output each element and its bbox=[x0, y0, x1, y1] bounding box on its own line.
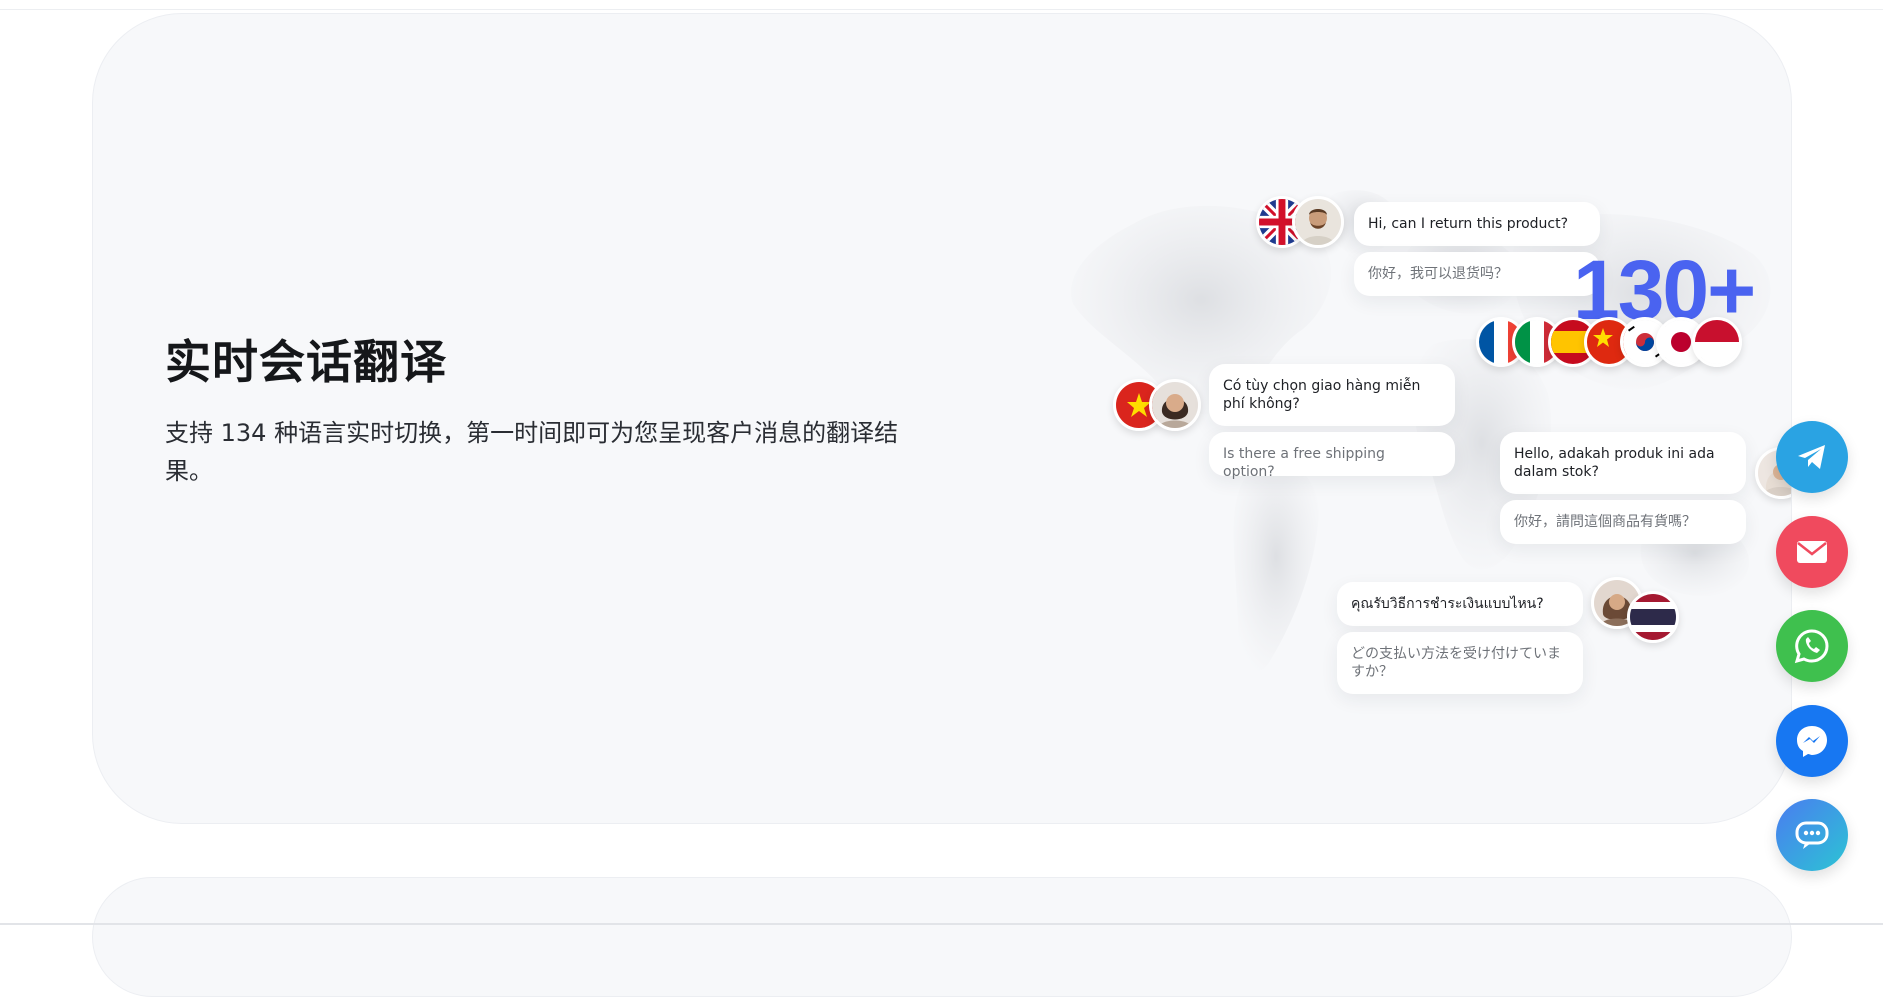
telegram-icon bbox=[1798, 445, 1825, 469]
section-title: 实时会话翻译 bbox=[165, 335, 447, 389]
next-feature-card bbox=[92, 877, 1792, 997]
messenger-button[interactable] bbox=[1776, 705, 1848, 777]
thailand-flag-icon bbox=[1627, 591, 1679, 643]
chat-message-translation: どの支払い方法を受け付けていますか？ bbox=[1337, 632, 1583, 694]
avatar-man-icon bbox=[1292, 196, 1344, 248]
whatsapp-icon bbox=[1794, 629, 1829, 664]
top-divider bbox=[0, 9, 1883, 10]
chat-message-original: Có tùy chọn giao hàng miễn phí không? bbox=[1209, 364, 1455, 426]
vietnam-customer bbox=[1113, 379, 1213, 431]
chat-message-translation: Is there a free shipping option? bbox=[1209, 432, 1455, 480]
telegram-button[interactable] bbox=[1776, 421, 1848, 493]
chat-message-original: คุณรับวิธีการชำระเงินแบบไหน? bbox=[1337, 582, 1583, 626]
messenger-icon bbox=[1797, 726, 1827, 757]
chat-message-original: Hello, adakah produk ini ada dalam stok? bbox=[1500, 432, 1746, 494]
section-description: 支持 134 种语言实时切换，第一时间即可为您呈现客户消息的翻译结果。 bbox=[165, 419, 899, 485]
chat-support-button[interactable] bbox=[1776, 799, 1848, 871]
mail-icon bbox=[1797, 541, 1827, 563]
chat-message-translation: 你好，我可以退货吗？ bbox=[1354, 252, 1600, 296]
chat-message-original: Hi, can I return this product? bbox=[1354, 202, 1600, 246]
feature-card: 实时会话翻译 支持 134 种语言实时切换，第一时间即可为您呈现客户消息的翻译结… bbox=[92, 13, 1792, 824]
whatsapp-button[interactable] bbox=[1776, 610, 1848, 682]
chat-bubble-icon bbox=[1795, 821, 1829, 849]
email-button[interactable] bbox=[1776, 516, 1848, 588]
uk-customer bbox=[1256, 196, 1356, 248]
avatar-woman-icon bbox=[1149, 379, 1201, 431]
indonesia-flag-icon bbox=[1692, 317, 1742, 367]
chat-message-translation: 你好，請問這個商品有貨嗎？ bbox=[1500, 500, 1746, 544]
thailand-customer bbox=[1591, 577, 1691, 643]
